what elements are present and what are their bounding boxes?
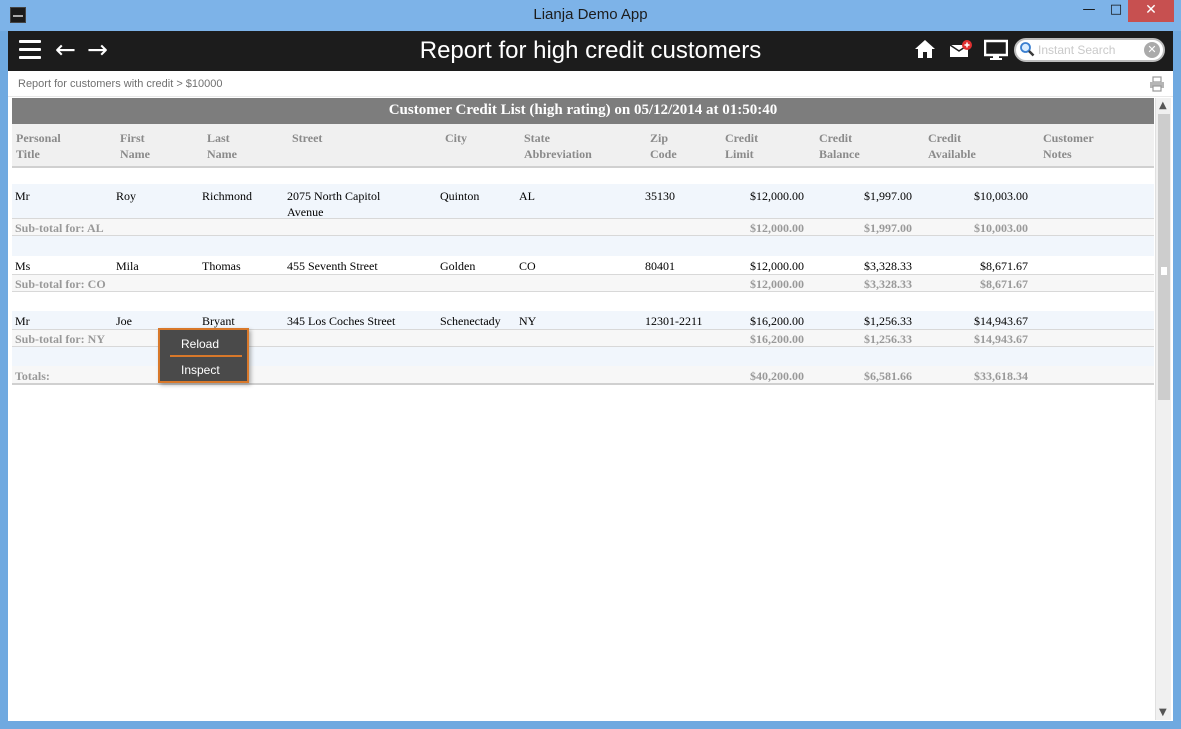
cell-credit-balance: $1,997.00 [864,189,912,203]
subtotal-label: Sub-total for: CO [15,277,106,291]
clear-search-icon[interactable]: ✕ [1144,42,1160,58]
app-header: ← → Report for high credit customers ✕ [8,31,1173,71]
cell-city: Golden [440,259,476,273]
cell-title: Ms [15,259,31,273]
subtotal-credit-available: $8,671.67 [980,277,1028,291]
cell-first-name: Roy [116,189,137,203]
context-menu-inspect[interactable]: Inspect [181,363,220,377]
column-header-credit-available: Credit Available [928,131,976,161]
cell-state: NY [519,314,537,328]
sub-header: Report for customers with credit > $1000… [8,71,1173,97]
report-title: Customer Credit List (high rating) on 05… [12,98,1154,124]
context-menu: Reload Inspect [158,328,249,383]
scroll-down-icon[interactable]: ▼ [1159,707,1167,718]
cell-city: Schenectady [440,314,501,328]
subtotal-label: Sub-total for: NY [15,332,105,346]
window-titlebar: Lianja Demo App — □ ✕ [0,0,1181,31]
mail-icon[interactable] [949,39,973,59]
report-view: Customer Credit List (high rating) on 05… [12,98,1154,718]
cell-credit-limit: $12,000.00 [750,259,804,273]
instant-search-box: ✕ [1014,38,1165,62]
table-row: Ms Mila Thomas 455 Seventh Street Golden… [12,256,1154,274]
search-icon [1020,42,1035,57]
subtotal-row: Sub-total for: AL $12,000.00 $1,997.00 $… [12,218,1154,236]
subtotal-credit-limit: $16,200.00 [750,332,804,346]
search-input[interactable] [1038,42,1146,58]
monitor-icon[interactable] [984,39,1008,61]
cell-credit-available: $14,943.67 [974,314,1028,328]
table-row: Mr Joe Bryant 345 Los Coches Street Sche… [12,311,1154,329]
cell-zip: 12301-2211 [645,314,703,328]
column-header-city: City [445,131,467,145]
group-spacer [12,236,1154,256]
subtotal-credit-limit: $12,000.00 [750,221,804,235]
subtotal-label: Sub-total for: AL [15,221,104,235]
cell-first-name: Joe [116,314,132,328]
close-button[interactable]: ✕ [1128,0,1174,22]
cell-street: 455 Seventh Street [287,259,378,273]
cell-state: CO [519,259,536,273]
cell-state: AL [519,189,535,203]
column-header-credit-balance: Credit Balance [819,131,860,161]
subtotal-credit-limit: $12,000.00 [750,277,804,291]
cell-credit-available: $10,003.00 [974,189,1028,203]
table-row: Mr Roy Richmond 2075 North Capitol Avenue… [12,184,1154,219]
totals-label: Totals: [15,369,50,383]
column-header-first-name: First Name [120,131,150,161]
subtotal-credit-balance: $3,328.33 [864,277,912,291]
cell-last-name: Bryant [202,314,235,328]
column-header-zip: Zip Code [650,131,677,161]
scroll-grip-icon [1161,267,1167,275]
cell-title: Mr [15,189,30,203]
vertical-scrollbar[interactable]: ▲ ▼ [1155,98,1171,720]
cell-street: 345 Los Coches Street [287,314,396,328]
scroll-thumb[interactable] [1158,114,1170,400]
context-menu-reload[interactable]: Reload [181,337,219,351]
cell-last-name: Richmond [202,189,252,203]
column-header-street: Street [292,131,323,145]
maximize-button[interactable]: □ [1103,0,1129,22]
cell-title: Mr [15,314,30,328]
total-credit-balance: $6,581.66 [864,369,912,383]
total-credit-limit: $40,200.00 [750,369,804,383]
cell-first-name: Mila [116,259,139,273]
column-header-credit-limit: Credit Limit [725,131,759,161]
cell-last-name: Thomas [202,259,241,273]
cell-credit-limit: $16,200.00 [750,314,804,328]
cell-credit-balance: $1,256.33 [864,314,912,328]
report-column-headers: Personal Title First Name Last Name Street … [12,124,1154,168]
subtotal-row: Sub-total for: CO $12,000.00 $3,328.33 $… [12,274,1154,292]
group-spacer [12,292,1154,311]
subtotal-credit-available: $10,003.00 [974,221,1028,235]
cell-zip: 35130 [645,189,675,203]
window-title: Lianja Demo App [533,6,648,23]
subtotal-credit-available: $14,943.67 [974,332,1028,346]
column-header-last-name: Last Name [207,131,237,161]
cell-street: 2075 North Capitol Avenue [287,189,381,219]
cell-credit-available: $8,671.67 [980,259,1028,273]
column-header-state: State Abbreviation [524,131,592,161]
total-credit-available: $33,618.34 [974,369,1028,383]
cell-city: Quinton [440,189,480,203]
cell-zip: 80401 [645,259,675,273]
subtotal-credit-balance: $1,997.00 [864,221,912,235]
group-spacer [12,168,1154,184]
column-header-personal-title: Personal Title [16,131,61,161]
scroll-up-icon[interactable]: ▲ [1159,100,1167,111]
home-icon[interactable] [914,39,936,59]
cell-credit-limit: $12,000.00 [750,189,804,203]
context-menu-separator [170,355,242,357]
print-icon[interactable] [1149,76,1165,92]
minimize-button[interactable]: — [1076,0,1102,22]
breadcrumb: Report for customers with credit > $1000… [18,78,223,90]
cell-credit-balance: $3,328.33 [864,259,912,273]
subtotal-credit-balance: $1,256.33 [864,332,912,346]
column-header-customer-notes: Customer Notes [1043,131,1094,161]
